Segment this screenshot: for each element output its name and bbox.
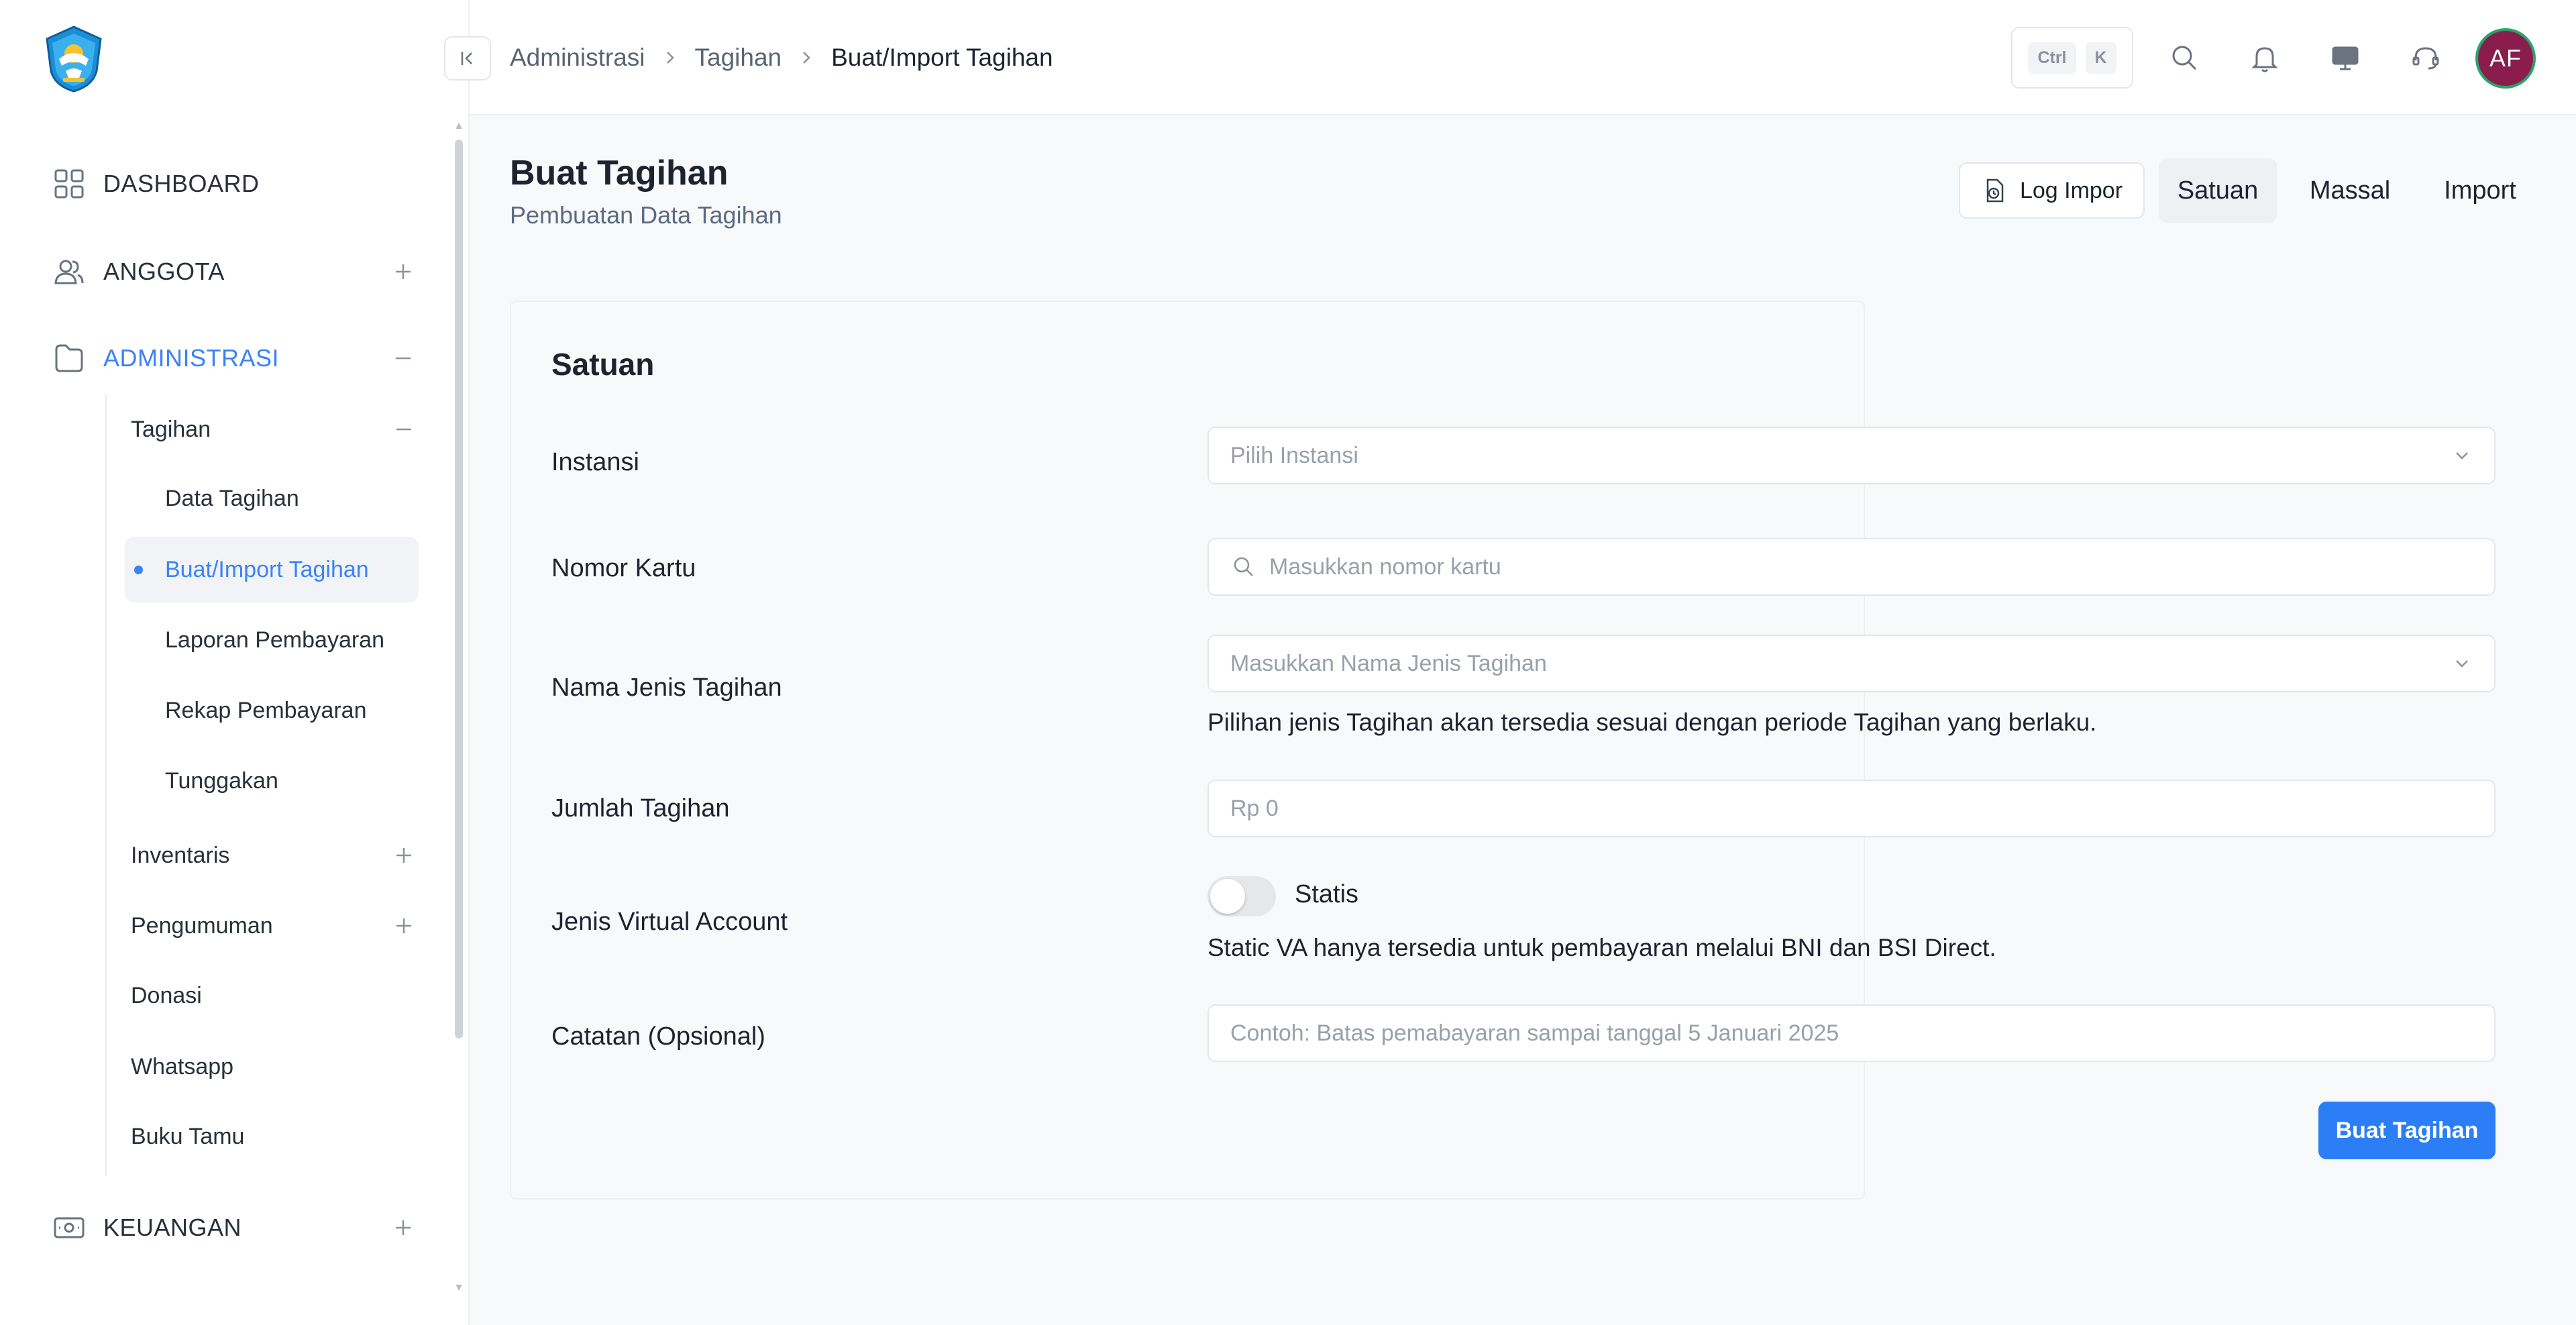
chevron-right-icon <box>661 49 679 66</box>
monitor-icon[interactable] <box>2328 40 2363 75</box>
sidebar-item-rekap-pembayaran[interactable]: Rekap Pembayaran <box>125 678 419 743</box>
jenis-tagihan-placeholder: Masukkan Nama Jenis Tagihan <box>1230 650 1547 676</box>
catatan-label: Catatan (Opsional) <box>551 1022 765 1051</box>
sidebar-item-administrasi[interactable]: ADMINISTRASI <box>52 331 415 385</box>
instansi-placeholder: Pilih Instansi <box>1230 442 1358 468</box>
log-impor-button[interactable]: Log Impor <box>1959 162 2145 219</box>
kbd-ctrl: Ctrl <box>2028 42 2076 74</box>
avatar[interactable]: AF <box>2475 28 2536 89</box>
collapse-sidebar-button[interactable] <box>444 36 491 81</box>
tab-import[interactable]: Import <box>2423 158 2537 223</box>
catatan-input[interactable]: Contoh: Batas pemabayaran sampai tanggal… <box>1208 1004 2496 1062</box>
log-impor-label: Log Impor <box>2019 177 2123 203</box>
nomor-kartu-input[interactable]: Masukkan nomor kartu <box>1208 538 2496 596</box>
tab-massal[interactable]: Massal <box>2290 158 2410 223</box>
chevron-down-icon <box>2451 653 2473 674</box>
plus-icon[interactable] <box>392 260 415 283</box>
instansi-select[interactable]: Pilih Instansi <box>1208 427 2496 484</box>
sidebar-item-label: Buku Tamu <box>131 1123 245 1149</box>
page-title: Buat Tagihan <box>510 154 729 193</box>
sidebar-item-tunggakan[interactable]: Tunggakan <box>125 748 419 814</box>
users-icon <box>52 255 86 288</box>
bell-icon[interactable] <box>2247 40 2282 75</box>
statis-toggle[interactable] <box>1208 876 1276 916</box>
scroll-up-icon[interactable]: ▲ <box>453 121 464 131</box>
jumlah-tagihan-input[interactable]: Rp 0 <box>1208 780 2496 837</box>
sidebar-item-label: ANGGOTA <box>103 258 225 285</box>
command-palette-shortcut[interactable]: Ctrl K <box>2011 27 2133 89</box>
sidebar-item-tagihan[interactable]: Tagihan <box>131 403 415 456</box>
sidebar-item-donasi[interactable]: Donasi <box>131 969 415 1022</box>
sidebar-item-label: Buat/Import Tagihan <box>165 556 369 582</box>
sidebar-item-label: Pengumuman <box>131 912 273 939</box>
plus-icon[interactable] <box>393 915 415 937</box>
sidebar-item-dashboard[interactable]: DASHBOARD <box>52 157 415 211</box>
sidebar-item-label: Whatsapp <box>131 1053 234 1079</box>
sidebar-item-data-tagihan[interactable]: Data Tagihan <box>125 466 419 531</box>
sidebar-item-label: Rekap Pembayaran <box>165 697 367 723</box>
tab-satuan[interactable]: Satuan <box>2159 158 2277 223</box>
sidebar-item-label: Data Tagihan <box>165 485 299 511</box>
jenis-tagihan-help: Pilihan jenis Tagihan akan tersedia sesu… <box>1208 708 2097 736</box>
active-dot-icon <box>134 566 143 574</box>
sidebar-item-label: Tunggakan <box>165 767 278 794</box>
statis-toggle-label: Statis <box>1295 880 1359 908</box>
sidebar-item-label: DASHBOARD <box>103 170 260 197</box>
breadcrumb-current: Buat/Import Tagihan <box>831 44 1053 71</box>
sidebar-item-buat-import-tagihan[interactable]: Buat/Import Tagihan <box>125 537 419 602</box>
grid-icon <box>52 167 86 201</box>
scroll-down-icon[interactable]: ▼ <box>453 1283 464 1293</box>
sidebar-item-label: Inventaris <box>131 842 230 868</box>
search-icon[interactable] <box>2167 40 2202 75</box>
sidebar-item-whatsapp[interactable]: Whatsapp <box>131 1040 415 1094</box>
breadcrumb-tagihan[interactable]: Tagihan <box>695 44 782 72</box>
chevron-right-icon <box>798 49 815 66</box>
nomor-kartu-label: Nomor Kartu <box>551 554 696 582</box>
sidebar-item-pengumuman[interactable]: Pengumuman <box>131 899 415 953</box>
virtual-account-help: Static VA hanya tersedia untuk pembayara… <box>1208 934 1996 961</box>
catatan-placeholder: Contoh: Batas pemabayaran sampai tanggal… <box>1230 1020 1839 1046</box>
instansi-label: Instansi <box>551 448 639 476</box>
sidebar-item-label: ADMINISTRASI <box>103 344 280 372</box>
page-subtitle: Pembuatan Data Tagihan <box>510 201 782 229</box>
jumlah-tagihan-placeholder: Rp 0 <box>1230 795 1279 821</box>
search-icon <box>1230 553 1257 580</box>
headset-icon[interactable] <box>2408 40 2443 75</box>
minus-icon[interactable] <box>392 347 415 370</box>
logo[interactable] <box>39 24 109 94</box>
toggle-knob <box>1210 879 1245 914</box>
buat-tagihan-button[interactable]: Buat Tagihan <box>2318 1102 2496 1159</box>
sidebar-item-anggota[interactable]: ANGGOTA <box>52 245 415 299</box>
submenu-guide-line <box>105 394 107 1176</box>
nomor-kartu-placeholder: Masukkan nomor kartu <box>1269 553 1501 580</box>
form-title: Satuan <box>551 347 655 382</box>
jenis-tagihan-select[interactable]: Masukkan Nama Jenis Tagihan <box>1208 635 2496 692</box>
sidebar-item-buku-tamu[interactable]: Buku Tamu <box>131 1110 415 1163</box>
sidebar-item-label: KEUANGAN <box>103 1214 242 1241</box>
jumlah-tagihan-label: Jumlah Tagihan <box>551 794 730 823</box>
sidebar: DASHBOARD ANGGOTA ADMINISTRASI Tagihan D… <box>0 0 470 1325</box>
collapse-left-icon <box>457 48 478 69</box>
sidebar-item-label: Tagihan <box>131 416 211 442</box>
sidebar-item-inventaris[interactable]: Inventaris <box>131 829 415 882</box>
kbd-k: K <box>2085 42 2116 74</box>
money-icon <box>52 1211 86 1244</box>
sidebar-item-label: Donasi <box>131 982 202 1008</box>
plus-icon[interactable] <box>392 1216 415 1239</box>
sidebar-item-label: Laporan Pembayaran <box>165 627 385 653</box>
plus-icon[interactable] <box>393 845 415 866</box>
sidebar-item-keuangan[interactable]: KEUANGAN <box>52 1201 415 1255</box>
sidebar-scrollbar[interactable] <box>455 140 463 1039</box>
virtual-account-label: Jenis Virtual Account <box>551 908 788 936</box>
file-history-icon <box>1981 177 2008 204</box>
jenis-tagihan-label: Nama Jenis Tagihan <box>551 674 782 702</box>
chevron-down-icon <box>2451 445 2473 466</box>
breadcrumb-administrasi[interactable]: Administrasi <box>510 44 645 72</box>
sidebar-item-laporan-pembayaran[interactable]: Laporan Pembayaran <box>125 607 419 673</box>
folder-icon <box>52 341 86 375</box>
minus-icon[interactable] <box>393 419 415 440</box>
breadcrumb: Administrasi Tagihan Buat/Import Tagihan <box>510 39 1053 76</box>
